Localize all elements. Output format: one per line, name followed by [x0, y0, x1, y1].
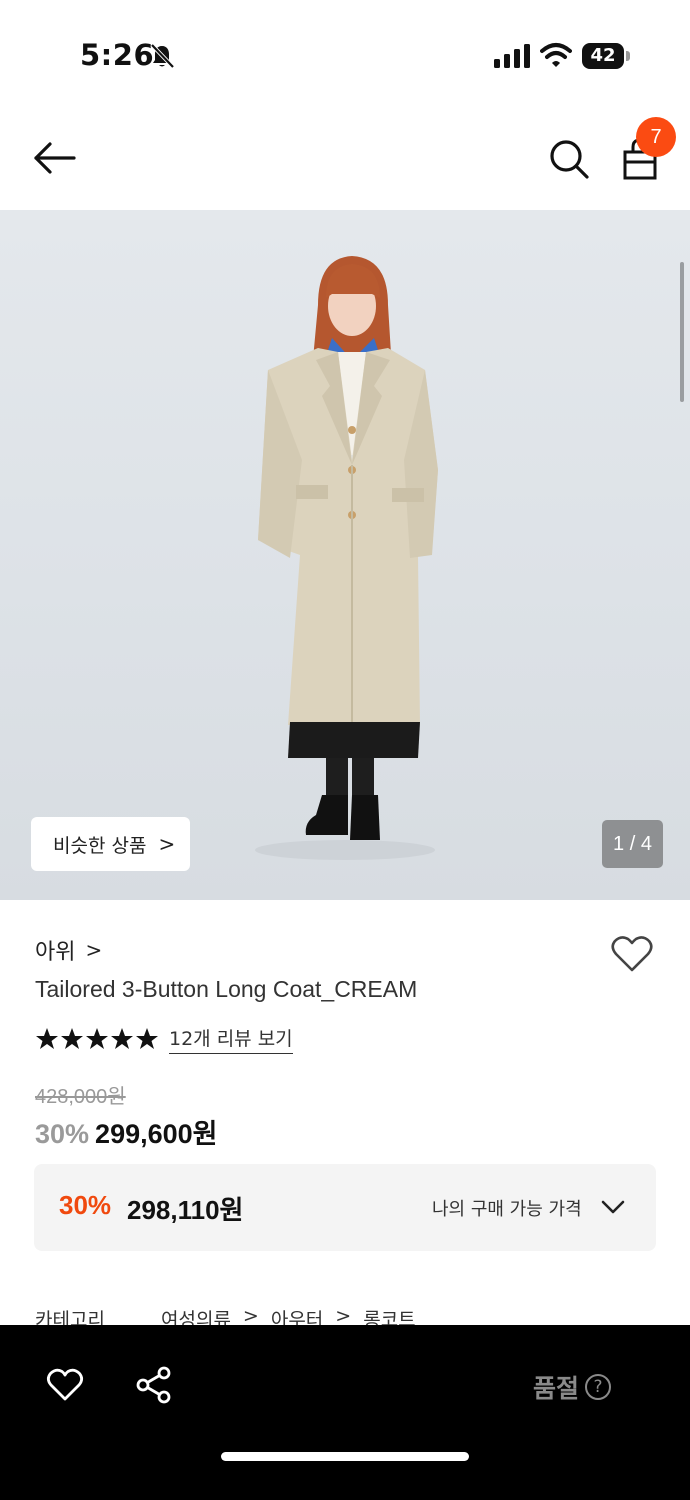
- image-page-indicator: 1 / 4: [602, 820, 663, 868]
- image-scrollbar[interactable]: [680, 262, 684, 402]
- price-row: 30% 299,600원: [35, 1112, 218, 1151]
- brand-name: 아위: [35, 940, 76, 965]
- heart-icon[interactable]: [46, 1367, 84, 1403]
- back-arrow-icon[interactable]: [30, 135, 80, 181]
- rating-stars: [35, 1027, 159, 1051]
- battery-level: 42: [582, 43, 624, 69]
- soldout-label: 품절: [533, 1374, 580, 1403]
- star-icon: [36, 1028, 58, 1049]
- star-icon: [61, 1028, 83, 1049]
- my-price-box[interactable]: 30% 298,110원 나의 구매 가능 가격: [34, 1164, 656, 1251]
- bottom-action-bar: 품절 ?: [0, 1325, 690, 1500]
- cart-count-badge: 7: [636, 117, 676, 157]
- brand-link[interactable]: 아위 >: [35, 934, 102, 966]
- home-indicator[interactable]: [221, 1452, 469, 1461]
- similar-products-label: 비슷한 상품: [53, 834, 147, 857]
- help-icon[interactable]: ?: [585, 1374, 612, 1400]
- status-bar: 5:26 42: [0, 0, 690, 110]
- bell-off-icon: [150, 43, 175, 69]
- star-icon: [111, 1028, 133, 1049]
- chevron-right-icon: >: [85, 938, 103, 962]
- favorite-heart-icon[interactable]: [610, 934, 654, 974]
- star-icon: [136, 1028, 158, 1049]
- top-nav: [0, 110, 690, 210]
- star-icon: [86, 1028, 108, 1049]
- original-price: 428,000원: [35, 1086, 126, 1108]
- my-price-label: 나의 구매 가능 가격: [432, 1199, 582, 1220]
- product-image-carousel[interactable]: 비슷한 상품 > 1 / 4: [0, 210, 690, 900]
- share-icon[interactable]: [134, 1365, 174, 1405]
- my-price-discount: 30%: [59, 1190, 112, 1220]
- chevron-right-icon: >: [158, 832, 176, 856]
- product-title: Tailored 3-Button Long Coat_CREAM: [35, 976, 418, 1002]
- chevron-down-icon[interactable]: [600, 1196, 626, 1218]
- battery-tip: [626, 51, 630, 61]
- discount-rate: 30%: [35, 1119, 90, 1149]
- signal-icon: [494, 44, 530, 68]
- review-link[interactable]: 12개 리뷰 보기: [169, 1024, 293, 1054]
- battery-icon: 42: [582, 43, 630, 69]
- similar-products-button[interactable]: 비슷한 상품 >: [31, 817, 190, 871]
- rating-row: 12개 리뷰 보기: [35, 1024, 293, 1054]
- product-photo: [255, 256, 438, 860]
- search-icon[interactable]: [546, 136, 592, 182]
- wifi-icon: [540, 43, 572, 67]
- status-time: 5:26: [80, 38, 155, 72]
- sale-price: 299,600원: [95, 1119, 218, 1149]
- my-price-value: 298,110원: [127, 1195, 244, 1225]
- soldout-status: 품절 ?: [533, 1369, 612, 1405]
